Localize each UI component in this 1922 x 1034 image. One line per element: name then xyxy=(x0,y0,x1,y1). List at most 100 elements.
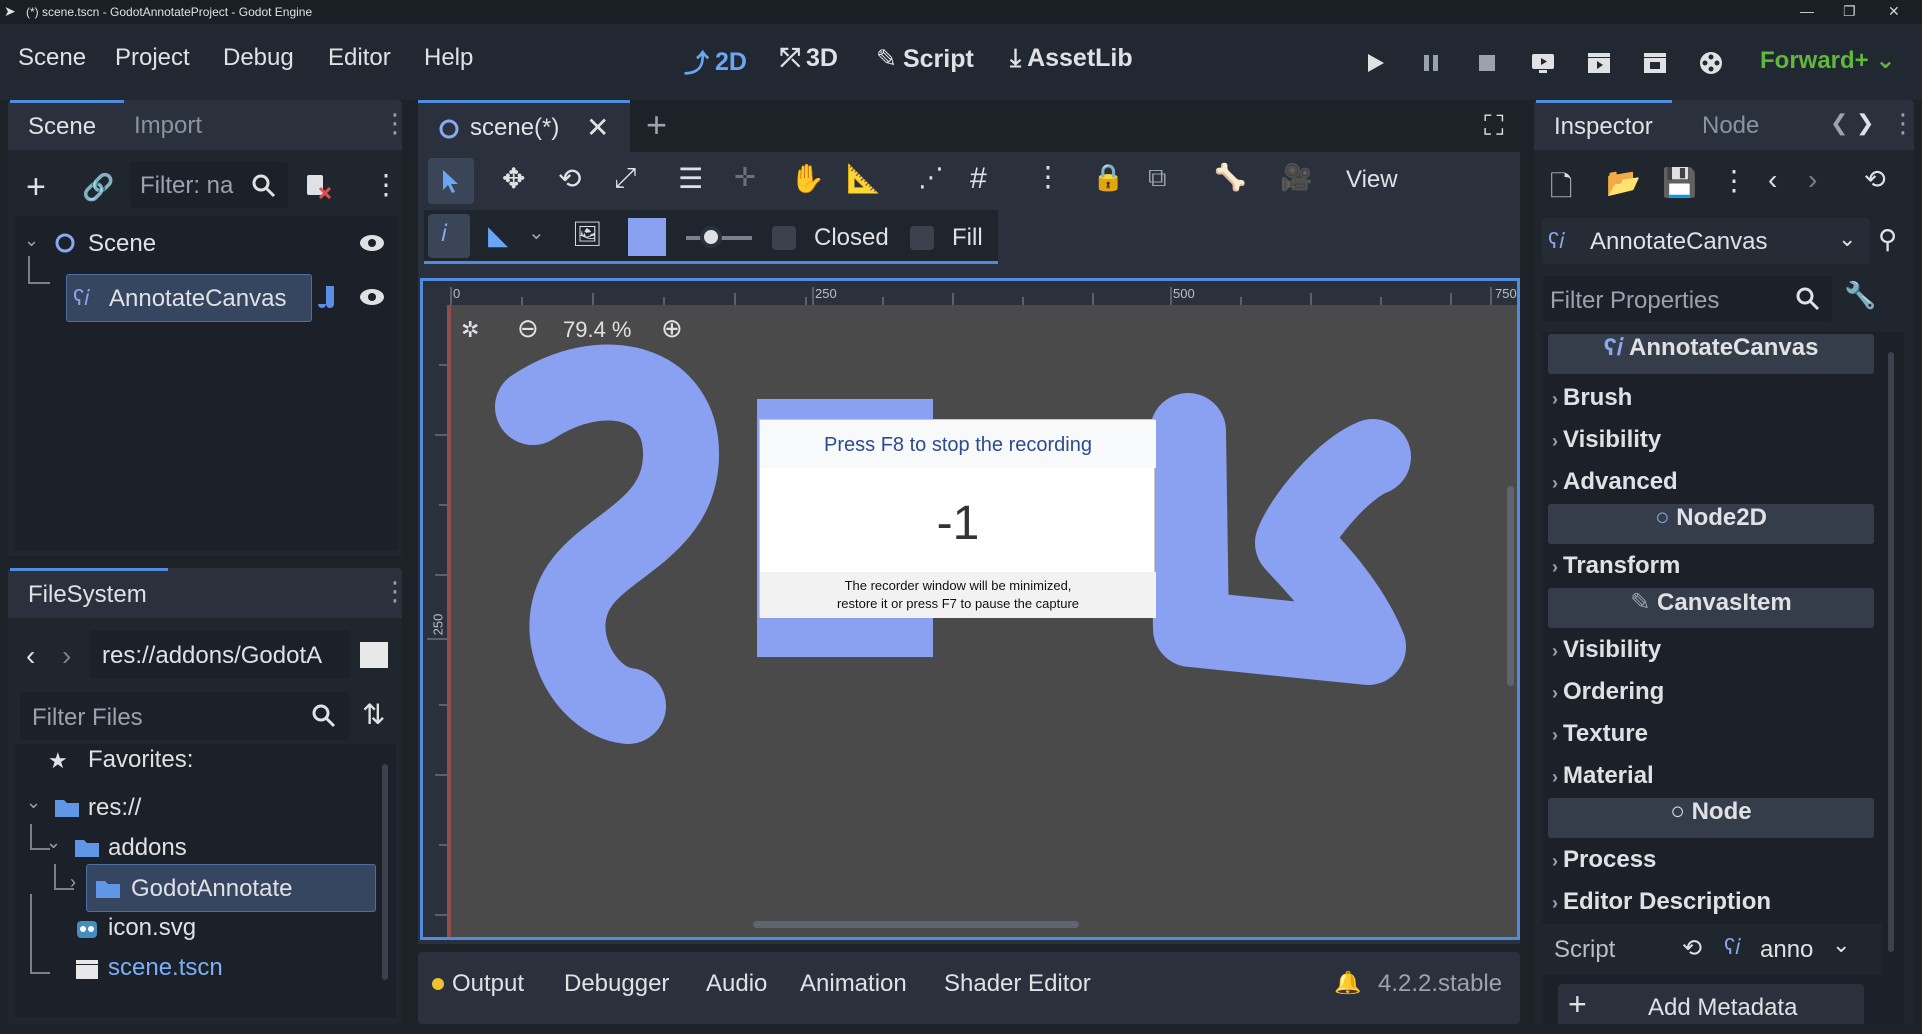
history-icon[interactable]: ⟲ xyxy=(1864,164,1886,195)
tab-animation[interactable]: Animation xyxy=(800,970,907,998)
annotate-tool-button[interactable]: 𝑖 xyxy=(428,214,470,258)
section-node[interactable]: ○ Node xyxy=(1548,798,1874,838)
add-metadata-button[interactable]: + Add Metadata xyxy=(1558,984,1864,1024)
script-value[interactable]: anno xyxy=(1760,936,1813,964)
smart-snap-icon[interactable]: ⋰ xyxy=(918,162,944,193)
tab-node[interactable]: Node xyxy=(1702,112,1759,140)
dock-right-icon[interactable]: ❯ xyxy=(1856,110,1874,136)
dock-menu-icon[interactable]: ⋮ xyxy=(382,108,408,139)
workspace-2d-button[interactable]: ⤴ 2D xyxy=(684,44,747,80)
prop-visibility[interactable]: › Visibility xyxy=(1552,426,1661,454)
tab-audio[interactable]: Audio xyxy=(706,970,767,998)
pan-hand-icon[interactable]: ✋ xyxy=(790,162,825,195)
prop-editor-description[interactable]: › Editor Description xyxy=(1552,888,1771,916)
remote-debug-button[interactable] xyxy=(1526,46,1560,80)
group-icon[interactable]: ⧉ xyxy=(1148,162,1167,194)
brush-color-swatch[interactable] xyxy=(628,218,666,256)
inspector-options-icon[interactable]: ⋮ xyxy=(1720,164,1748,197)
filter-properties-input[interactable]: Filter Properties xyxy=(1542,276,1832,322)
pause-button[interactable] xyxy=(1414,46,1448,80)
menu-editor[interactable]: Editor xyxy=(328,44,391,72)
restore-button[interactable]: ❐ xyxy=(1843,3,1856,20)
script-remove-icon[interactable] xyxy=(304,172,332,200)
chevron-down-icon[interactable]: ⌄ xyxy=(1832,932,1850,958)
dock-left-icon[interactable]: ❮ xyxy=(1830,110,1848,136)
stop-button[interactable] xyxy=(1470,46,1504,80)
attached-script-icon[interactable] xyxy=(314,282,340,312)
rotate-icon[interactable]: ⟲ xyxy=(558,162,581,195)
history-back-icon[interactable]: ‹ xyxy=(1768,164,1777,196)
image-icon[interactable]: 🖼 xyxy=(572,220,602,249)
bone-icon[interactable]: 🦴 xyxy=(1214,162,1246,193)
tab-shader-editor[interactable]: Shader Editor xyxy=(944,970,1091,998)
tab-debugger[interactable]: Debugger xyxy=(564,970,669,998)
close-window-button[interactable]: ✕ xyxy=(1888,3,1900,20)
chevron-down-icon[interactable]: ⌄ xyxy=(24,230,39,251)
visibility-eye-icon[interactable] xyxy=(358,286,386,308)
ruler-icon[interactable]: 📐 xyxy=(846,162,881,195)
vertical-scrollbar[interactable] xyxy=(1507,486,1514,686)
move-icon[interactable]: ✥ xyxy=(502,162,525,195)
closed-checkbox[interactable] xyxy=(772,226,796,250)
history-forward-icon[interactable]: › xyxy=(1808,164,1817,196)
file-item-addons[interactable]: addons xyxy=(108,834,187,862)
scene-options-icon[interactable]: ⋮ xyxy=(372,168,400,201)
inspector-scrollbar[interactable] xyxy=(1888,352,1894,952)
chevron-right-icon[interactable]: › xyxy=(70,872,76,893)
filetree-scrollbar[interactable] xyxy=(382,764,388,980)
section-node2d[interactable]: ○ Node2D xyxy=(1548,504,1874,544)
brush-mode-icon[interactable]: ◣ xyxy=(488,220,508,251)
tab-filesystem[interactable]: FileSystem xyxy=(10,568,168,618)
new-resource-icon[interactable]: 🗋 xyxy=(1550,166,1573,214)
tab-import[interactable]: Import xyxy=(134,112,202,140)
add-tab-icon[interactable]: + xyxy=(646,104,667,146)
chevron-down-icon[interactable]: ⌄ xyxy=(528,220,545,245)
filter-files-input[interactable]: Filter Files xyxy=(20,692,350,740)
prop-texture[interactable]: › Texture xyxy=(1552,720,1648,748)
prop-transform[interactable]: › Transform xyxy=(1552,552,1680,580)
prop-process[interactable]: › Process xyxy=(1552,846,1656,874)
slider-handle[interactable] xyxy=(700,226,722,248)
file-item-scene-tscn[interactable]: scene.tscn xyxy=(108,954,223,982)
prop-advanced[interactable]: › Advanced xyxy=(1552,468,1678,496)
add-node-icon[interactable]: + xyxy=(26,168,46,207)
prop-brush[interactable]: › Brush xyxy=(1552,384,1632,412)
node-info-icon[interactable]: ⚲ xyxy=(1878,224,1897,255)
back-icon[interactable]: ‹ xyxy=(26,640,35,672)
tab-scene[interactable]: Scene xyxy=(10,100,124,150)
section-canvasitem[interactable]: ✎ CanvasItem xyxy=(1548,588,1874,628)
play-custom-scene-button[interactable] xyxy=(1638,46,1672,80)
view-menu[interactable]: View xyxy=(1346,166,1398,194)
dock-menu-icon[interactable]: ⋮ xyxy=(382,576,408,607)
save-icon[interactable]: 💾 xyxy=(1662,166,1697,199)
tree-item-scene[interactable]: Scene xyxy=(88,230,156,258)
dock-menu-icon[interactable]: ⋮ xyxy=(1890,108,1916,139)
canvas-viewport[interactable]: 0 250 500 750 250 ✲ ⊖ 79.4 % ⊕ Press F8 … xyxy=(420,278,1520,940)
minimize-button[interactable]: — xyxy=(1800,3,1814,19)
movie-maker-button[interactable] xyxy=(1694,46,1728,80)
pivot-icon[interactable]: ✛ xyxy=(734,162,756,193)
menu-scene[interactable]: Scene xyxy=(18,44,86,72)
snap-options-icon[interactable]: ⋮ xyxy=(1034,160,1062,193)
play-button[interactable] xyxy=(1358,46,1392,80)
link-icon[interactable]: 🔗 xyxy=(82,172,114,203)
workspace-3d-button[interactable]: ⤱ 3D xyxy=(780,44,838,73)
forward-icon[interactable]: › xyxy=(62,640,71,672)
grid-snap-icon[interactable]: # xyxy=(970,162,987,196)
sort-icon[interactable]: ⇅ xyxy=(362,698,385,731)
fill-checkbox[interactable] xyxy=(910,226,934,250)
chevron-down-icon[interactable]: ⌄ xyxy=(46,832,61,853)
close-tab-icon[interactable]: ✕ xyxy=(586,111,609,144)
lock-icon[interactable]: 🔒 xyxy=(1092,162,1124,193)
scene-filter-input[interactable]: Filter: na xyxy=(130,162,288,208)
workspace-script-button[interactable]: ✎ Script xyxy=(876,44,974,74)
menu-debug[interactable]: Debug xyxy=(223,44,294,72)
menu-project[interactable]: Project xyxy=(115,44,190,72)
menu-help[interactable]: Help xyxy=(424,44,473,72)
prop-material[interactable]: › Material xyxy=(1552,762,1654,790)
file-item-icon-svg[interactable]: icon.svg xyxy=(108,914,196,942)
file-item-godotannotate[interactable]: GodotAnnotate xyxy=(86,864,376,912)
chevron-down-icon[interactable]: ⌄ xyxy=(26,792,41,813)
object-selector[interactable]: ʕ𝑖 AnnotateCanvas ⌄ xyxy=(1542,218,1870,264)
fullscreen-icon[interactable]: ⛶ xyxy=(1484,110,1504,143)
